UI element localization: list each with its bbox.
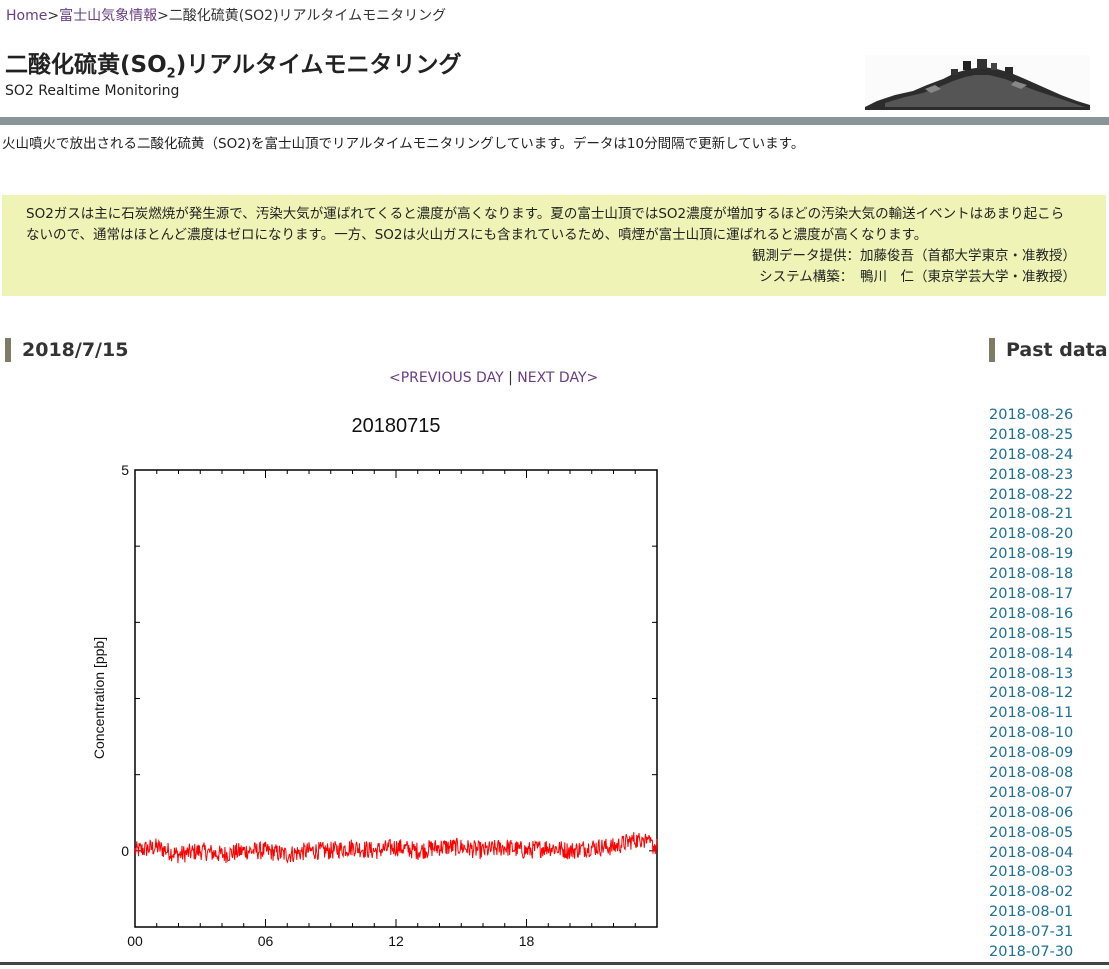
past-data-link[interactable]: 2018-08-09: [989, 745, 1073, 761]
chart-title: 20180715: [352, 415, 441, 437]
past-data-link[interactable]: 2018-08-03: [989, 864, 1073, 880]
past-data-link[interactable]: 2018-08-15: [989, 626, 1073, 642]
past-data-link[interactable]: 2018-08-04: [989, 845, 1073, 861]
breadcrumb-separator: >: [47, 8, 60, 24]
past-data-item: 2018-08-10: [989, 724, 1073, 744]
past-data-link[interactable]: 2018-08-16: [989, 606, 1073, 622]
past-data-link[interactable]: 2018-08-24: [989, 447, 1073, 463]
past-data-item: 2018-08-19: [989, 545, 1073, 565]
past-data-item: 2018-08-04: [989, 844, 1073, 864]
past-data-item: 2018-08-01: [989, 903, 1073, 923]
notice-box: SO2ガスは主に石炭燃焼が発生源で、汚染大気が運ばれてくると濃度が高くなります。…: [2, 195, 1106, 296]
past-data-link[interactable]: 2018-08-20: [989, 526, 1073, 542]
chart-x-tick-label: 06: [258, 933, 274, 949]
past-data-link[interactable]: 2018-08-17: [989, 586, 1073, 602]
past-data-heading: Past data: [989, 338, 1108, 362]
past-data-item: 2018-08-11: [989, 704, 1073, 724]
mount-fuji-summit-photo: [865, 55, 1090, 110]
past-data-link[interactable]: 2018-08-25: [989, 427, 1073, 443]
notice-body: SO2ガスは主に石炭燃焼が発生源で、汚染大気が運ばれてくると濃度が高くなります。…: [26, 206, 1065, 243]
past-data-link[interactable]: 2018-08-13: [989, 666, 1073, 682]
past-data-item: 2018-08-02: [989, 883, 1073, 903]
notice-credit-system: システム構築： 鴨川 仁（東京学芸大学・准教授）: [759, 269, 1076, 285]
page-title: 二酸化硫黄(SO2)リアルタイムモニタリング: [5, 45, 462, 82]
past-data-link[interactable]: 2018-08-08: [989, 765, 1073, 781]
past-data-item: 2018-08-24: [989, 446, 1073, 466]
past-data-link[interactable]: 2018-08-12: [989, 685, 1073, 701]
page-title-main: 二酸化硫黄(SO: [5, 52, 167, 78]
past-data-item: 2018-08-07: [989, 784, 1073, 804]
chart-plot-frame: [134, 469, 658, 928]
past-data-item: 2018-08-13: [989, 665, 1073, 685]
past-data-item: 2018-08-03: [989, 863, 1073, 883]
next-day-link[interactable]: NEXT DAY>: [517, 370, 598, 386]
past-data-link[interactable]: 2018-08-10: [989, 725, 1073, 741]
past-data-item: 2018-08-15: [989, 625, 1073, 645]
past-data-item: 2018-08-21: [989, 505, 1073, 525]
past-data-link[interactable]: 2018-08-14: [989, 646, 1073, 662]
page-subtitle: SO2 Realtime Monitoring: [5, 83, 180, 99]
day-navigation: <PREVIOUS DAY | NEXT DAY>: [389, 370, 598, 386]
notice-credit-data: 観測データ提供：加藤俊吾（首都大学東京・准教授）: [752, 248, 1076, 264]
past-data-link[interactable]: 2018-07-31: [989, 924, 1073, 940]
past-data-item: 2018-08-14: [989, 645, 1073, 665]
chart-ticks: [134, 469, 658, 928]
past-data-item: 2018-08-25: [989, 426, 1073, 446]
past-data-link[interactable]: 2018-07-30: [989, 944, 1073, 960]
past-data-link[interactable]: 2018-08-11: [989, 705, 1073, 721]
past-data-item: 2018-07-30: [989, 943, 1073, 963]
chart-y-axis-label: Concentration [ppb]: [91, 637, 107, 759]
past-data-link[interactable]: 2018-08-05: [989, 825, 1073, 841]
past-data-list: 2018-08-26 2018-08-25 2018-08-24 2018-08-23…: [989, 406, 1073, 963]
past-data-item: 2018-08-26: [989, 406, 1073, 426]
past-data-item: 2018-08-06: [989, 804, 1073, 824]
past-data-link[interactable]: 2018-08-07: [989, 785, 1073, 801]
date-heading: 2018/7/15: [5, 338, 128, 362]
past-data-item: 2018-08-23: [989, 466, 1073, 486]
intro-text: 火山噴火で放出される二酸化硫黄（SO2)を富士山頂でリアルタイムモニタリングして…: [2, 136, 805, 152]
past-data-link[interactable]: 2018-08-02: [989, 884, 1073, 900]
breadcrumb-parent-link[interactable]: 富士山気象情報: [59, 8, 157, 24]
breadcrumb: Home>富士山気象情報>二酸化硫黄(SO2)リアルタイムモニタリング: [6, 5, 446, 25]
past-data-link[interactable]: 2018-08-21: [989, 506, 1073, 522]
past-data-item: 2018-08-08: [989, 764, 1073, 784]
chart-series-line: [134, 832, 658, 864]
chart-x-tick-label: 18: [519, 933, 535, 949]
page-title-end: )リアルタイムモニタリング: [175, 52, 462, 78]
day-nav-separator: |: [508, 370, 513, 386]
past-data-item: 2018-08-05: [989, 824, 1073, 844]
past-data-link[interactable]: 2018-08-18: [989, 566, 1073, 582]
past-data-item: 2018-08-12: [989, 684, 1073, 704]
past-data-link[interactable]: 2018-08-06: [989, 805, 1073, 821]
breadcrumb-separator: >: [157, 8, 169, 24]
past-data-link[interactable]: 2018-08-23: [989, 467, 1073, 483]
header-divider: [0, 117, 1109, 125]
past-data-item: 2018-08-22: [989, 486, 1073, 506]
past-data-link[interactable]: 2018-08-01: [989, 904, 1073, 920]
past-data-link[interactable]: 2018-08-22: [989, 487, 1073, 503]
past-data-item: 2018-08-18: [989, 565, 1073, 585]
so2-chart-svg: 20180715 Concentration [ppb] 00 06 12 18 5 0: [91, 415, 658, 949]
past-data-link[interactable]: 2018-08-26: [989, 407, 1073, 423]
chart-x-tick-label: 00: [127, 933, 143, 949]
past-data-item: 2018-08-16: [989, 605, 1073, 625]
past-data-item: 2018-08-17: [989, 585, 1073, 605]
previous-day-link[interactable]: <PREVIOUS DAY: [389, 370, 504, 386]
past-data-item: 2018-08-20: [989, 525, 1073, 545]
past-data-link[interactable]: 2018-08-19: [989, 546, 1073, 562]
chart-tick-labels: 00 06 12 18 5 0: [121, 462, 534, 949]
breadcrumb-home-link[interactable]: Home: [6, 8, 47, 24]
breadcrumb-current: 二酸化硫黄(SO2)リアルタイムモニタリング: [168, 8, 447, 24]
chart-y-tick-label: 5: [121, 462, 129, 478]
past-data-item: 2018-07-31: [989, 923, 1073, 943]
so2-chart: 20180715 Concentration [ppb] 00 06 12 18 5 0: [0, 400, 700, 965]
chart-x-tick-label: 12: [388, 933, 404, 949]
page-title-subscript: 2: [166, 66, 176, 82]
past-data-item: 2018-08-09: [989, 744, 1073, 764]
chart-y-tick-label: 0: [121, 843, 129, 859]
